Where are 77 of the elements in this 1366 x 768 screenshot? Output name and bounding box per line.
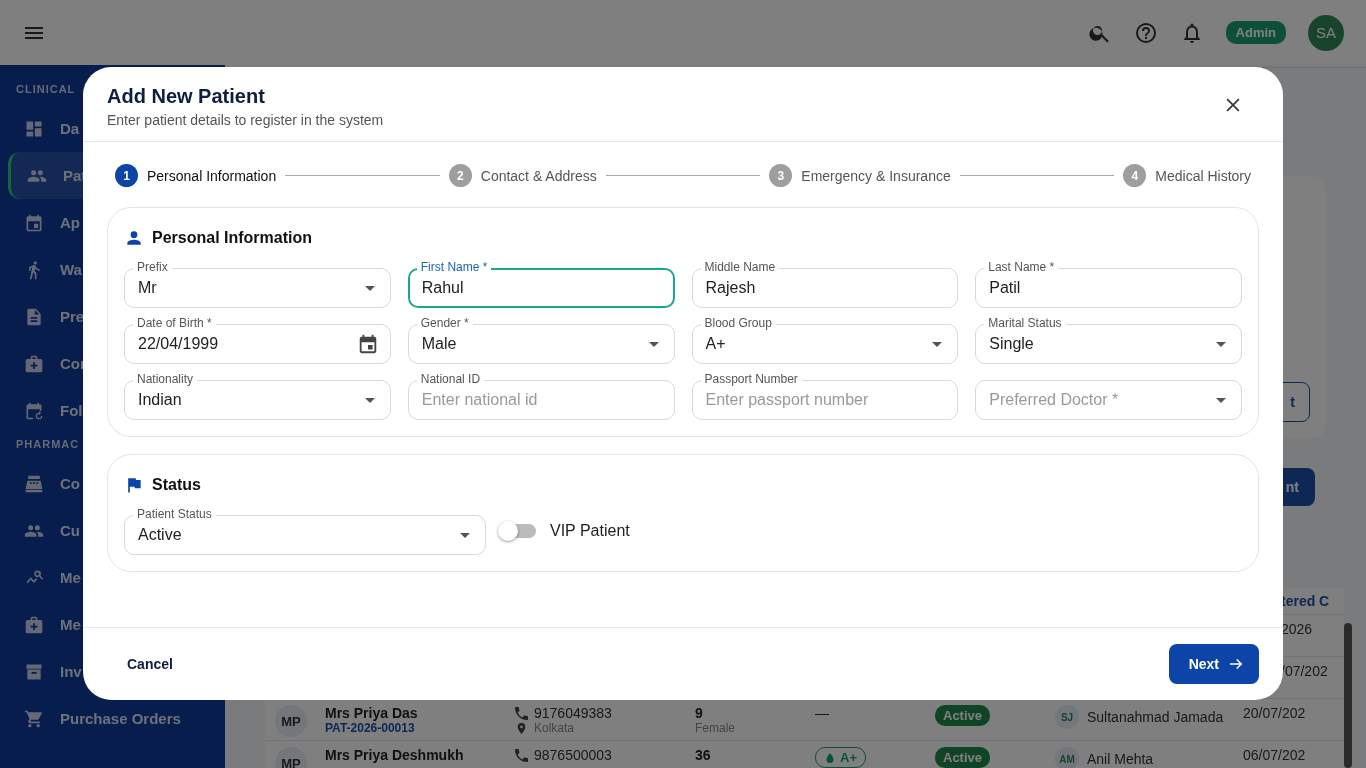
date-field[interactable]: Date of Birth * 22/04/1999: [124, 316, 391, 364]
section-title: Personal Information: [152, 229, 313, 247]
vip-toggle[interactable]: VIP Patient: [500, 522, 630, 540]
cart-icon: [24, 708, 44, 729]
doctor-name: Sultanahmad Jamada: [1087, 709, 1224, 725]
person-icon: [124, 228, 144, 248]
cancel-button[interactable]: Cancel: [111, 648, 189, 680]
caret-icon: [932, 341, 943, 347]
document-icon: [24, 306, 44, 327]
select-field[interactable]: Prefix Mr: [124, 260, 391, 308]
input-field[interactable]: First Name * Rahul: [407, 260, 675, 308]
status-tag: Active: [935, 705, 991, 726]
caret-icon: [648, 341, 659, 347]
phone-icon: [515, 706, 528, 720]
location-pin-icon: [515, 721, 528, 735]
status-tag: Active: [935, 747, 991, 768]
patient-avatar: MP: [275, 705, 307, 737]
doctor-avatar: AM: [1055, 747, 1079, 768]
select-field[interactable]: Gender * Male: [407, 316, 675, 364]
help-icon[interactable]: [1133, 20, 1158, 45]
caret-icon: [364, 397, 375, 403]
patient-name: Mrs Priya Das: [325, 705, 419, 721]
step-label[interactable]: Medical History: [1155, 167, 1251, 184]
step-label[interactable]: Personal Information: [147, 167, 277, 184]
table-cell-text: —: [815, 705, 830, 721]
step-label[interactable]: Emergency & Insurance: [801, 167, 951, 184]
patient-avatar: MP: [275, 747, 307, 768]
table-cell-text: 2026: [1280, 620, 1314, 637]
medical-kit-icon: [24, 353, 44, 374]
doctor-name: Anil Mehta: [1087, 751, 1154, 767]
field-label: Nationality: [133, 372, 198, 387]
scrollbar[interactable]: [1344, 623, 1352, 768]
patient-id: PAT-2026-00013: [325, 721, 416, 735]
calendar-refresh-icon: [24, 400, 44, 421]
section-title: Status: [152, 476, 201, 494]
field-label: Blood Group: [700, 316, 776, 331]
step-label[interactable]: Contact & Address: [480, 167, 597, 184]
input-field[interactable]: Middle Name Rajesh: [691, 260, 959, 308]
section-title: CLINICAL: [15, 82, 77, 97]
select-field[interactable]: Patient Status Active: [124, 507, 486, 555]
caret-icon: [1216, 341, 1226, 347]
phone-number: 9876500003: [534, 747, 612, 763]
medical-kit-icon: [24, 614, 44, 635]
phone-number: 9176049383: [534, 705, 612, 721]
section-title: PHARMAC: [15, 437, 81, 452]
select-field[interactable]: Marital Status Single: [975, 316, 1242, 364]
step-number: 1: [115, 164, 138, 187]
next-button[interactable]: Next: [1168, 644, 1259, 684]
input-field[interactable]: Passport Number Enter passport number: [691, 372, 959, 420]
dialog-title: Add New Patient: [107, 85, 266, 108]
city: Kolkata: [534, 721, 575, 735]
input-field[interactable]: National ID Enter national id: [407, 372, 675, 420]
select-field[interactable]: Nationality Indian: [124, 372, 391, 420]
cash-register-icon: [24, 473, 44, 494]
dialog-subtitle: Enter patient details to register in the system: [107, 112, 385, 128]
caret-icon: [1216, 397, 1226, 403]
toggle-thumb[interactable]: [498, 521, 518, 541]
age: 36: [695, 747, 712, 763]
caret-icon: [364, 285, 375, 291]
step-number: 3: [769, 164, 793, 187]
age: 9: [695, 705, 704, 721]
gender: Female: [695, 721, 736, 735]
calendar-icon: [24, 212, 44, 233]
step-number: 4: [1123, 164, 1147, 187]
phone-icon: [515, 748, 528, 762]
select-field[interactable]: Blood Group A+: [691, 316, 959, 364]
doctor-avatar: SJ: [1055, 705, 1079, 729]
patient-name: Mrs Priya Deshmukh: [325, 747, 465, 763]
caret-icon: [460, 532, 470, 538]
table-cell-text: 20/07/202: [1243, 705, 1307, 721]
blood-group-tag: A+: [815, 747, 866, 768]
input-field[interactable]: Last Name * Patil: [975, 260, 1242, 308]
role-badge: Admin: [1225, 21, 1286, 44]
table-cell-text: 06/07/202: [1243, 747, 1307, 763]
drop-icon: [824, 751, 836, 764]
step-number: 2: [448, 164, 472, 187]
field-label: Passport Number: [700, 372, 802, 387]
